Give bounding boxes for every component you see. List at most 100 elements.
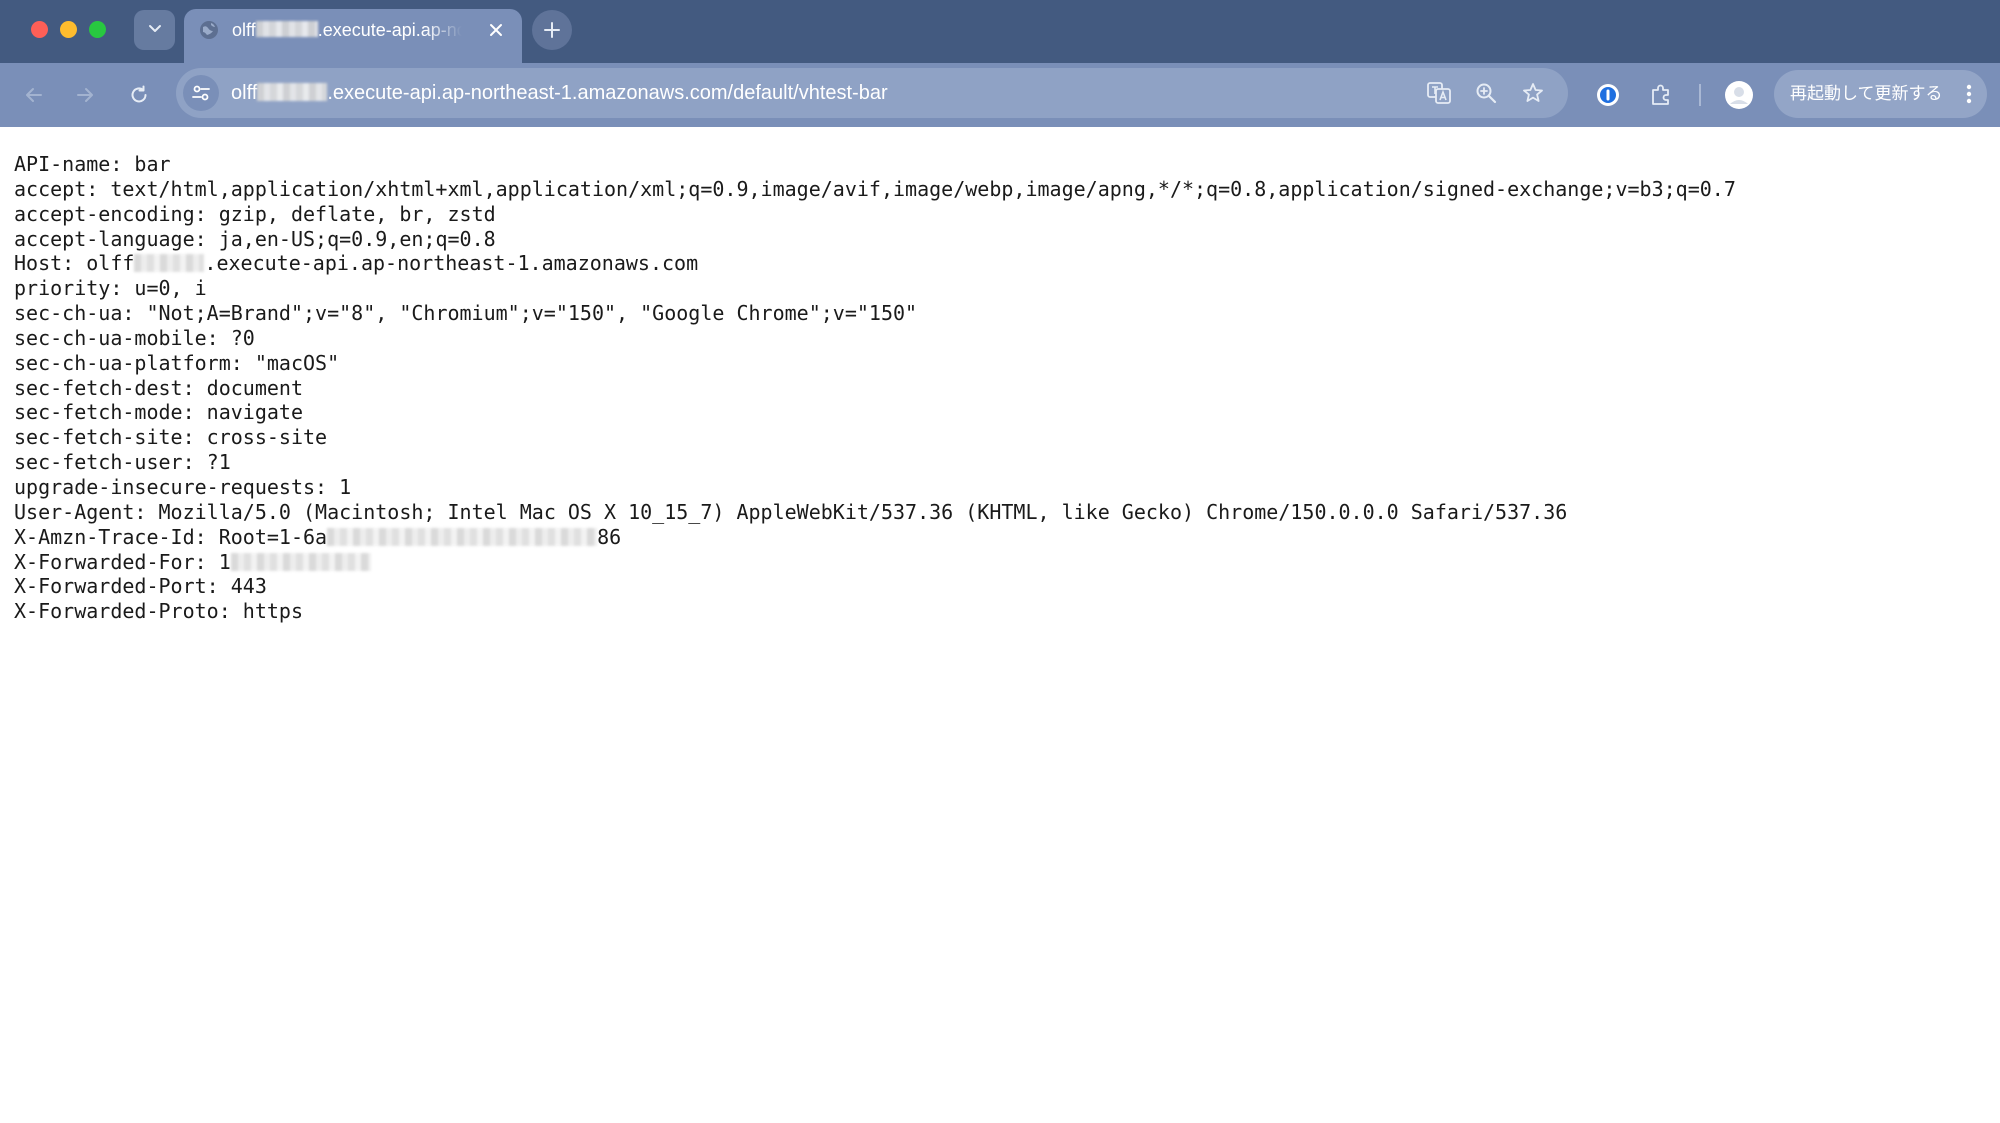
redacted-text [230,552,371,571]
header-value: Root=1-6a [218,524,328,549]
request-headers-list: API-name: bar accept: text/html,applicati… [14,152,1736,624]
header-line: upgrade-insecure-requests: 1 [14,475,1736,500]
header-value: document [206,375,303,400]
header-line: accept-encoding: gzip, deflate, br, zstd [14,202,1736,227]
header-value: navigate [206,400,303,425]
redacted-text [134,254,205,273]
redacted-text [255,21,318,37]
minimize-window-button[interactable] [60,21,77,38]
zoom-icon[interactable] [1470,77,1502,109]
close-icon [490,24,502,36]
extensions-puzzle-icon[interactable] [1645,79,1677,111]
relaunch-label: 再起動して更新する [1790,84,1943,103]
new-tab-button[interactable] [532,10,572,50]
header-key: priority: [14,276,135,301]
header-key: sec-ch-ua: [14,301,147,326]
header-value: "macOS" [254,350,340,375]
globe-icon [198,19,220,41]
header-key: X-Forwarded-Proto: [14,599,243,624]
header-value: ja,en-US;q=0.9,en;q=0.8 [218,226,496,251]
tab-active[interactable]: olff.execute-api.ap-northeast-1.amazonaw… [184,9,522,63]
tab-strip: olff.execute-api.ap-northeast-1.amazonaw… [0,0,2000,63]
tab-search-button[interactable] [134,10,175,50]
header-line: sec-ch-ua-platform: "macOS" [14,351,1736,376]
url-text[interactable]: olff .execute-api.ap-northeast-1.amazonaw… [231,81,888,105]
header-key: X-Forwarded-Port: [14,574,231,599]
header-value: olff [86,251,135,276]
header-line: User-Agent: Mozilla/5.0 (Macintosh; Inte… [14,500,1736,525]
header-line: X-Forwarded-Port: 443 [14,574,1736,599]
header-line: accept-language: ja,en-US;q=0.9,en;q=0.8 [14,227,1736,252]
profile-avatar-icon[interactable] [1723,79,1755,111]
header-line: sec-fetch-site: cross-site [14,425,1736,450]
header-key: sec-fetch-user: [14,450,207,475]
header-value: gzip, deflate, br, zstd [218,201,496,226]
header-value-after: 86 [597,524,622,549]
translate-icon[interactable] [1423,77,1455,109]
reload-button[interactable] [121,77,157,113]
header-key: accept-language: [14,226,219,251]
header-value: 443 [230,574,267,599]
header-line: X-Forwarded-Proto: https [14,599,1736,624]
arrow-left-icon [26,88,42,102]
header-key: upgrade-insecure-requests: [14,474,340,499]
relaunch-to-update-button[interactable]: 再起動して更新する [1774,70,1987,118]
back-button[interactable] [16,77,52,113]
header-key: Host: [14,251,87,276]
header-key: User-Agent: [14,499,159,524]
header-line: sec-ch-ua: "Not;A=Brand";v="8", "Chromiu… [14,301,1736,326]
arrow-right-icon [77,88,93,102]
header-value: u=0, i [134,276,207,301]
header-key: X-Forwarded-For: [14,549,219,574]
address-bar[interactable]: olff .execute-api.ap-northeast-1.amazonaw… [176,68,1568,118]
reload-icon [131,85,147,103]
more-vert-icon[interactable] [1961,80,1977,108]
site-info-button[interactable] [183,75,219,111]
tab-title: olff.execute-api.ap-northeast-1.amazonaw… [232,20,462,40]
header-key: API-name: [14,152,135,176]
header-value: bar [134,152,171,176]
chevron-down-icon [147,20,163,41]
zoom-window-button[interactable] [89,21,106,38]
close-tab-button[interactable] [482,16,510,44]
header-key: X-Amzn-Trace-Id: [14,524,219,549]
header-line: X-Amzn-Trace-Id: Root=1-6a 86 [14,525,1736,550]
header-value: 1 [339,474,352,499]
bookmark-star-icon[interactable] [1517,77,1549,109]
header-key: sec-fetch-site: [14,425,207,450]
redacted-text [257,83,328,101]
header-value: Mozilla/5.0 (Macintosh; Intel Mac OS X 1… [158,499,1568,524]
toolbar: olff .execute-api.ap-northeast-1.amazonaw… [0,63,2000,127]
header-value: cross-site [206,425,328,450]
header-line: sec-ch-ua-mobile: ?0 [14,326,1736,351]
header-key: sec-ch-ua-platform: [14,350,255,375]
header-value: ?1 [206,450,231,475]
page-content: API-name: bar accept: text/html,applicati… [0,127,2000,1123]
header-line: sec-fetch-mode: navigate [14,400,1736,425]
close-window-button[interactable] [31,21,48,38]
header-key: sec-fetch-dest: [14,375,207,400]
header-value: ?0 [230,325,255,350]
header-key: accept: [14,176,111,201]
header-value: text/html,application/xhtml+xml,applicat… [110,176,1736,201]
forward-button[interactable] [67,77,103,113]
header-value-after: .execute-api.ap-northeast-1.amazonaws.co… [204,251,699,276]
header-line: sec-fetch-user: ?1 [14,450,1736,475]
header-key: sec-fetch-mode: [14,400,207,425]
redacted-text [327,527,598,546]
header-value: 1 [218,549,231,574]
toolbar-divider [1699,84,1701,106]
header-line: Host: olff .execute-api.ap-northeast-1.am… [14,251,1736,276]
header-value: "Not;A=Brand";v="8", "Chromium";v="150",… [146,301,918,326]
header-line: API-name: bar [14,152,1736,177]
header-key: accept-encoding: [14,201,219,226]
browser-window: olff .execute-api.ap-northeast-1.amazonaw… [0,0,2000,1123]
plus-icon [544,22,560,38]
header-line: accept: text/html,application/xhtml+xml,… [14,177,1736,202]
header-line: sec-fetch-dest: document [14,376,1736,401]
header-line: X-Forwarded-For: 1 [14,550,1736,575]
header-key: sec-ch-ua-mobile: [14,325,231,350]
header-line: priority: u=0, i [14,276,1736,301]
password-manager-icon[interactable] [1592,79,1624,111]
header-value: https [242,599,303,624]
